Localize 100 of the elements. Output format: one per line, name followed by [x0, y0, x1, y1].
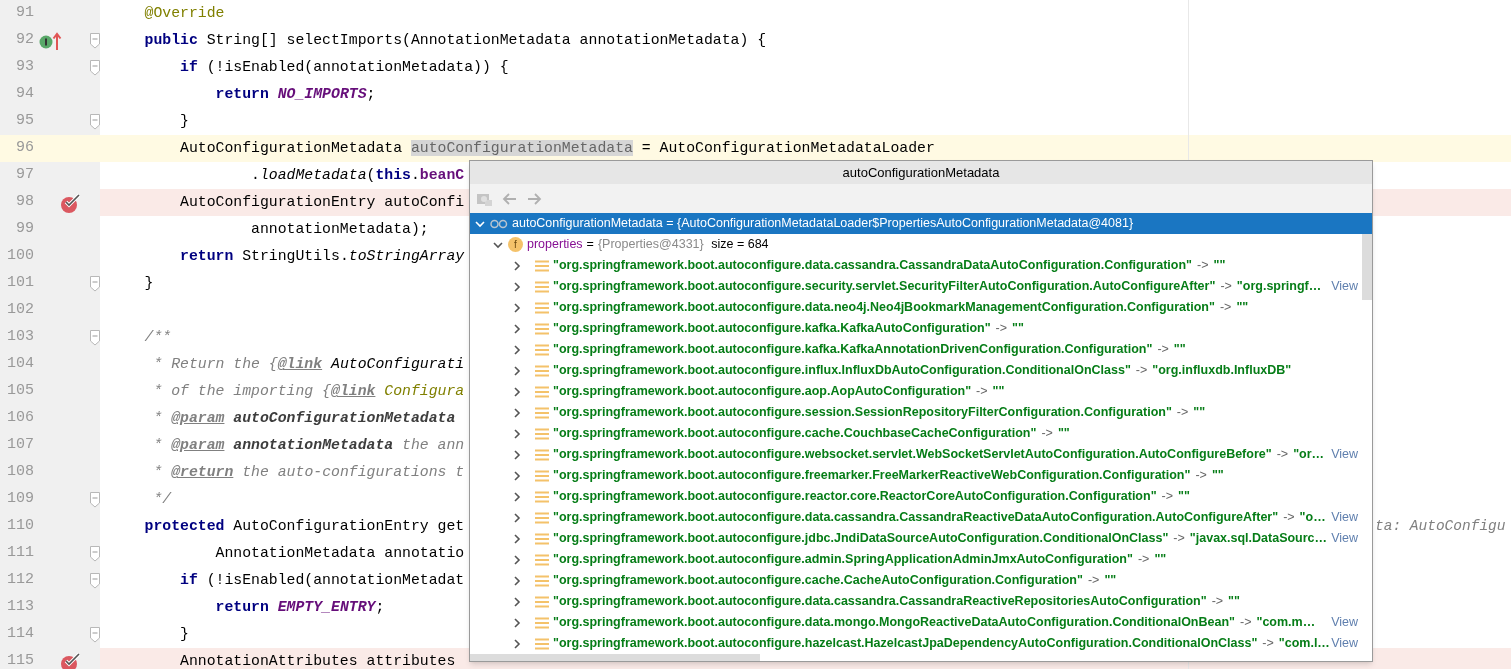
- expand-chevron-icon[interactable]: [511, 595, 523, 608]
- code-line: AnnotationMetadata annotatio: [214, 544, 465, 564]
- entry-value: "": [1236, 299, 1249, 317]
- tree-row[interactable]: autoConfigurationMetadata = {AutoConfigurationMetadataLoader$PropertiesAutoConfigurationMetadata@4081}: [470, 213, 1372, 234]
- view-link[interactable]: View: [1331, 634, 1358, 653]
- expand-chevron-icon[interactable]: [511, 616, 523, 629]
- code-line: if (!isEnabled(annotationMetadata)) {: [179, 58, 509, 78]
- line-number: 109: [6, 489, 34, 510]
- entry-arrow: ->: [1262, 635, 1274, 653]
- entry-key: "org.springframework.boot.autoconfigure.aop.AopAutoConfiguration": [553, 382, 972, 401]
- entry-key: "org.springframework.boot.autoconfigure.cache.CacheAutoConfiguration.Configuration": [553, 571, 1083, 590]
- code-line: if (!isEnabled(annotationMetadat: [179, 571, 465, 591]
- list-entry-icon: [535, 490, 549, 503]
- expand-chevron-icon[interactable]: [511, 364, 523, 377]
- entry-value: "": [1104, 572, 1117, 590]
- view-link[interactable]: View: [1331, 613, 1358, 632]
- expand-chevron-icon[interactable]: [511, 406, 523, 419]
- line-number: 115: [6, 651, 34, 669]
- entry-key: "org.springframework.boot.autoconfigure.session.SessionRepositoryFilterConfiguration.Configuration": [553, 403, 1172, 422]
- line-number: 103: [6, 327, 34, 348]
- code-line: annotationMetadata);: [250, 220, 429, 240]
- expand-chevron-icon[interactable]: [511, 301, 523, 314]
- expand-chevron-icon[interactable]: [511, 574, 523, 587]
- list-entry-icon: [535, 616, 549, 629]
- entry-value: "com.l…: [1278, 635, 1330, 653]
- list-entry-icon: [535, 343, 549, 356]
- line-number: 93: [15, 57, 34, 78]
- horizontal-scrollbar[interactable]: [470, 654, 760, 661]
- code-line: * @param annotationMetadata the ann: [152, 436, 465, 456]
- code-line: }: [179, 625, 189, 645]
- line-number: 108: [6, 462, 34, 483]
- code-line: return StringUtils.toStringArray: [179, 247, 465, 267]
- expand-chevron-icon[interactable]: [511, 553, 523, 566]
- code-line: * of the importing {@link Configura: [152, 382, 465, 402]
- popup-title: autoConfigurationMetadata: [842, 163, 1000, 182]
- entry-arrow: ->: [1041, 425, 1053, 443]
- entry-arrow: ->: [1135, 362, 1148, 380]
- entry-key: "org.springframework.boot.autoconfigure.websocket.servlet.WebSocketServletAutoConfiguration.AutoConfigureBefore": [553, 445, 1272, 464]
- field-icon: f: [508, 237, 523, 252]
- code-line: public String[] selectImports(AnnotationMetadata annotationMetadata) {: [143, 31, 767, 51]
- fold-marker-icon: [90, 32, 100, 49]
- entry-key: "org.springframework.boot.autoconfigure.data.neo4j.Neo4jBookmarkManagementConfiguration.Configuration": [553, 298, 1215, 317]
- entry-arrow: ->: [976, 383, 988, 401]
- entry-arrow: ->: [1195, 467, 1207, 485]
- view-link[interactable]: View: [1331, 277, 1358, 296]
- view-link[interactable]: View: [1331, 529, 1358, 548]
- entry-value: "": [992, 383, 1005, 401]
- expand-chevron-icon[interactable]: [511, 343, 523, 356]
- fold-marker-icon: [90, 572, 100, 589]
- size-label: size = 684: [710, 236, 769, 254]
- expand-chevron-icon[interactable]: [511, 490, 523, 503]
- breakpoint-icon: [60, 650, 82, 669]
- expand-chevron-icon[interactable]: [511, 427, 523, 440]
- fold-marker-icon: [90, 329, 100, 346]
- entry-value: "": [1173, 341, 1186, 359]
- line-number: 92: [15, 30, 34, 51]
- list-entry-icon: [535, 385, 549, 398]
- view-link[interactable]: View: [1331, 508, 1358, 527]
- entry-arrow: ->: [1087, 572, 1100, 590]
- list-entry-icon: [535, 301, 549, 314]
- list-entry-icon: [535, 511, 549, 524]
- expand-chevron-icon[interactable]: [511, 448, 523, 461]
- entry-key: "org.springframework.boot.autoconfigure.kafka.KafkaAutoConfiguration": [553, 319, 991, 338]
- code-line: * @param autoConfigurationMetadata: [152, 409, 456, 429]
- expand-chevron-icon[interactable]: [511, 259, 523, 272]
- entry-arrow: ->: [1176, 404, 1189, 422]
- entry-arrow: ->: [1276, 446, 1289, 464]
- entry-arrow: ->: [1157, 341, 1169, 359]
- expand-chevron-icon[interactable]: [511, 385, 523, 398]
- list-entry-icon: [535, 406, 549, 419]
- list-entry-icon: [535, 364, 549, 377]
- code-line: @Override: [143, 4, 225, 24]
- expand-chevron-icon[interactable]: [511, 322, 523, 335]
- entry-value: "": [1178, 488, 1190, 506]
- list-entry-icon: [535, 469, 549, 482]
- entry-arrow: ->: [1220, 278, 1232, 296]
- fold-marker-icon: [90, 491, 100, 508]
- entry-arrow: ->: [1137, 551, 1150, 569]
- expand-chevron-icon[interactable]: [511, 532, 523, 545]
- entry-key: "org.springframework.boot.autoconfigure.kafka.KafkaAnnotationDrivenConfiguration.Configuration": [553, 340, 1153, 359]
- expand-chevron-icon[interactable]: [511, 511, 523, 524]
- expand-chevron-icon[interactable]: [511, 637, 523, 650]
- list-entry-icon: [535, 259, 549, 272]
- entry-arrow: ->: [1283, 509, 1295, 527]
- implements-icon: [38, 30, 64, 51]
- line-number: 100: [6, 246, 34, 267]
- entry-value: "org.springf…: [1236, 278, 1322, 296]
- vertical-scrollbar[interactable]: [1362, 234, 1372, 300]
- line-number: 91: [15, 3, 34, 24]
- entry-value: "": [1057, 425, 1070, 443]
- code-line: * @return the auto-configurations t: [152, 463, 465, 483]
- expand-chevron-icon[interactable]: [511, 280, 523, 293]
- entry-key: "org.springframework.boot.autoconfigure.admin.SpringApplicationAdminJmxAutoConfiguration": [553, 550, 1133, 569]
- fold-marker-icon: [90, 275, 100, 292]
- entry-value: "": [1213, 257, 1226, 275]
- expand-chevron-icon[interactable]: [511, 469, 523, 482]
- code-line: protected AutoConfigurationEntry get: [143, 517, 465, 537]
- line-number: 104: [6, 354, 34, 375]
- view-link[interactable]: View: [1331, 445, 1358, 464]
- entry-value: "javax.sql.DataSourc…: [1189, 530, 1328, 548]
